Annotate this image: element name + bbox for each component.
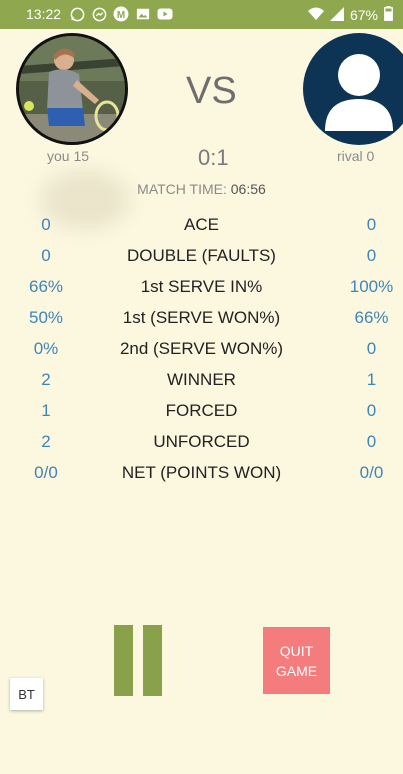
stat-rival-value: 1 bbox=[366, 370, 377, 389]
stat-row-forced: 1 FORCED 0 bbox=[0, 401, 403, 429]
match-time-value: 06:56 bbox=[230, 181, 266, 197]
stat-name: NET (POINTS WON) bbox=[121, 463, 282, 482]
youtube-icon bbox=[157, 6, 173, 22]
notification-icons: M bbox=[69, 6, 173, 22]
quit-game-button[interactable]: QUIT GAME bbox=[263, 627, 330, 694]
stat-name: 1st (SERVE WON%) bbox=[122, 308, 281, 327]
stat-name: DOUBLE (FAULTS) bbox=[127, 246, 276, 265]
wifi-icon bbox=[307, 7, 324, 24]
match-time-label: MATCH TIME: bbox=[137, 181, 227, 197]
stat-name: ACE bbox=[184, 215, 219, 234]
signal-icon bbox=[329, 6, 344, 24]
whatsapp-icon bbox=[69, 6, 85, 22]
stat-row-double-faults: 0 DOUBLE (FAULTS) 0 bbox=[0, 246, 403, 274]
player-you-label: you 15 bbox=[47, 148, 90, 164]
stat-you-value: 0 bbox=[41, 215, 51, 234]
stat-rival-value: 0 bbox=[366, 401, 377, 420]
stat-row-first-serve-in: 66% 1st SERVE IN% 100% bbox=[0, 277, 403, 305]
stat-row-unforced: 2 UNFORCED 0 bbox=[0, 432, 403, 460]
pause-icon-bar-left bbox=[114, 625, 133, 696]
stat-you-value: 2 bbox=[41, 432, 51, 451]
stat-you-value: 50% bbox=[28, 308, 64, 327]
pause-icon-bar-right bbox=[143, 625, 162, 696]
quit-button-line1: QUIT bbox=[279, 642, 314, 659]
stat-you-value: 0 bbox=[41, 246, 51, 265]
stat-row-net-points-won: 0/0 NET (POINTS WON) 0/0 bbox=[0, 463, 403, 491]
stat-row-second-serve-won: 0% 2nd (SERVE WON%) 0 bbox=[0, 339, 403, 367]
stat-you-value: 0/0 bbox=[34, 463, 58, 482]
svg-text:M: M bbox=[117, 10, 125, 21]
stat-row-winner: 2 WINNER 1 bbox=[0, 370, 403, 398]
stat-rival-value: 0 bbox=[366, 339, 377, 358]
player-avatar-rival[interactable] bbox=[303, 33, 403, 145]
stat-name: 2nd (SERVE WON%) bbox=[119, 339, 284, 358]
stat-you-value: 0% bbox=[33, 339, 59, 358]
stat-you-value: 66% bbox=[28, 277, 64, 296]
stat-name: 1st SERVE IN% bbox=[140, 277, 263, 296]
stat-row-ace: 0 ACE 0 bbox=[0, 215, 403, 243]
player-avatar-you[interactable] bbox=[16, 33, 128, 145]
stat-rival-value: 0 bbox=[366, 432, 377, 451]
player-photo bbox=[19, 36, 125, 142]
stat-rival-value: 0 bbox=[366, 246, 377, 265]
stat-rival-value: 66% bbox=[354, 308, 389, 327]
stat-you-value: 2 bbox=[41, 370, 51, 389]
stat-you-value: 1 bbox=[41, 401, 51, 420]
vs-label: VS bbox=[186, 70, 237, 112]
image-icon bbox=[135, 6, 151, 22]
stat-rival-value: 100% bbox=[349, 277, 394, 296]
stat-name: FORCED bbox=[165, 401, 238, 420]
stat-rival-value: 0/0 bbox=[359, 463, 384, 482]
status-bar: 13:22 M 67% bbox=[0, 0, 403, 29]
player-rival-label: rival 0 bbox=[337, 148, 375, 164]
stat-rival-value: 0 bbox=[366, 215, 377, 234]
quit-button-line2: GAME bbox=[275, 662, 318, 679]
set-score: 0:1 bbox=[198, 145, 229, 170]
stat-row-first-serve-won: 50% 1st (SERVE WON%) 66% bbox=[0, 308, 403, 336]
messenger-icon bbox=[91, 6, 107, 22]
battery-percent: 67% bbox=[349, 7, 378, 23]
status-time: 13:22 bbox=[26, 6, 62, 22]
battery-icon bbox=[384, 6, 393, 24]
system-icons: 67% bbox=[307, 6, 393, 24]
bluetooth-button[interactable]: BT bbox=[10, 678, 43, 710]
person-silhouette-icon bbox=[325, 54, 393, 131]
stat-name: UNFORCED bbox=[153, 432, 250, 451]
stat-name: WINNER bbox=[167, 370, 236, 389]
match-time: MATCH TIME: 06:56 bbox=[0, 181, 403, 197]
pause-button[interactable] bbox=[114, 625, 162, 696]
gmail-m-icon: M bbox=[113, 6, 129, 22]
